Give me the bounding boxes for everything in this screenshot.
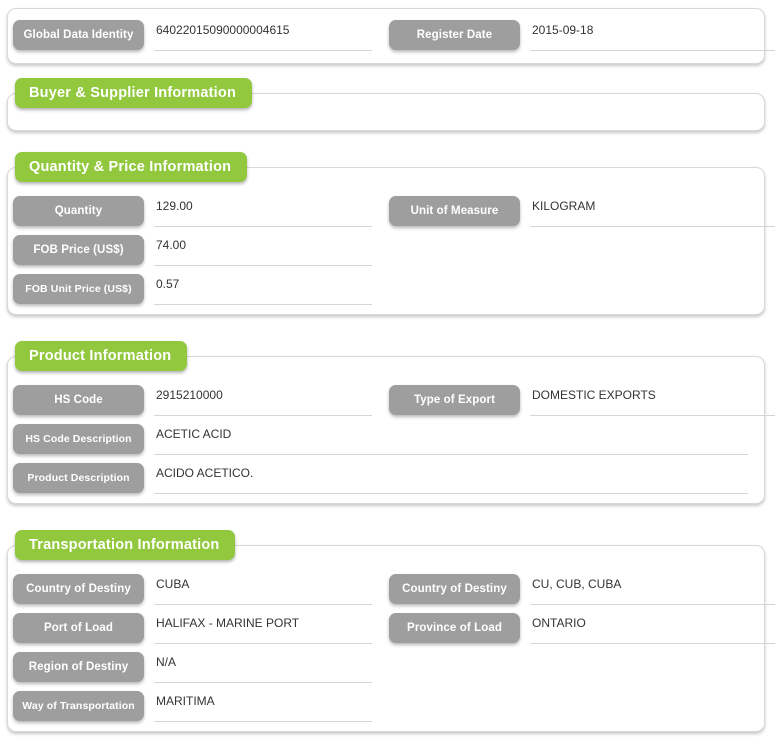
field-value-way-of-transportation[interactable]: MARITIMA [154, 691, 372, 722]
panel-quantity-price: Quantity & Price Information Quantity 12… [7, 152, 775, 315]
field-row: Product Description ACIDO ACETICO. [13, 463, 748, 503]
field-label-hs-code: HS Code [13, 385, 144, 415]
field-row: Country of Destiny CU, CUB, CUBA [389, 574, 775, 614]
field-row: Global Data Identity 6402201509000000461… [13, 20, 372, 60]
field-row: Way of Transportation MARITIMA [13, 691, 372, 731]
field-label-hs-code-description: HS Code Description [13, 424, 144, 454]
panel-product: Product Information HS Code 2915210000 T… [7, 341, 775, 504]
field-label-quantity: Quantity [13, 196, 144, 226]
field-value-country-of-destiny[interactable]: CUBA [154, 574, 372, 605]
panel-transportation: Transportation Information Country of De… [7, 530, 775, 732]
field-value-country-of-destiny-code[interactable]: CU, CUB, CUBA [530, 574, 775, 605]
field-value-unit-of-measure[interactable]: KILOGRAM [530, 196, 775, 227]
field-row: Country of Destiny CUBA [13, 574, 372, 614]
field-label-port-of-load: Port of Load [13, 613, 144, 643]
panel-identity: Global Data Identity 6402201509000000461… [7, 8, 775, 64]
field-label-region-of-destiny: Region of Destiny [13, 652, 144, 682]
field-value-quantity[interactable]: 129.00 [154, 196, 372, 227]
field-value-type-of-export[interactable]: DOMESTIC EXPORTS [530, 385, 775, 416]
field-label-fob-price: FOB Price (US$) [13, 235, 144, 265]
field-value-region-of-destiny[interactable]: N/A [154, 652, 372, 683]
field-row: Port of Load HALIFAX - MARINE PORT [13, 613, 372, 653]
section-header-transportation: Transportation Information [15, 530, 236, 560]
field-label-global-data-identity: Global Data Identity [13, 20, 144, 50]
field-row: FOB Unit Price (US$) 0.57 [13, 274, 372, 314]
field-value-hs-code[interactable]: 2915210000 [154, 385, 372, 416]
section-header-buyer-supplier: Buyer & Supplier Information [15, 78, 253, 108]
panel-buyer-supplier: Buyer & Supplier Information [7, 78, 765, 131]
field-label-type-of-export: Type of Export [389, 385, 520, 415]
field-label-country-of-destiny-code: Country of Destiny [389, 574, 520, 604]
field-value-hs-code-description[interactable]: ACETIC ACID [154, 424, 748, 455]
field-row: Type of Export DOMESTIC EXPORTS [389, 385, 775, 425]
field-row: Region of Destiny N/A [13, 652, 372, 692]
field-label-unit-of-measure: Unit of Measure [389, 196, 520, 226]
field-row: Quantity 129.00 [13, 196, 372, 236]
field-row: HS Code 2915210000 [13, 385, 372, 425]
section-header-product: Product Information [15, 341, 188, 371]
field-value-port-of-load[interactable]: HALIFAX - MARINE PORT [154, 613, 372, 644]
field-label-province-of-load: Province of Load [389, 613, 520, 643]
field-row: Unit of Measure KILOGRAM [389, 196, 775, 236]
field-value-fob-unit-price[interactable]: 0.57 [154, 274, 372, 305]
field-label-way-of-transportation: Way of Transportation [13, 691, 144, 721]
field-label-fob-unit-price: FOB Unit Price (US$) [13, 274, 144, 304]
field-value-global-data-identity[interactable]: 64022015090000004615 [154, 20, 372, 51]
field-label-product-description: Product Description [13, 463, 144, 493]
field-value-register-date[interactable]: 2015-09-18 [530, 20, 775, 51]
section-header-quantity-price: Quantity & Price Information [15, 152, 248, 182]
field-row: FOB Price (US$) 74.00 [13, 235, 372, 275]
field-row: Register Date 2015-09-18 [389, 20, 775, 60]
field-value-fob-price[interactable]: 74.00 [154, 235, 372, 266]
field-value-province-of-load[interactable]: ONTARIO [530, 613, 775, 644]
trade-record-page: Global Data Identity 6402201509000000461… [0, 0, 775, 742]
field-label-country-of-destiny: Country of Destiny [13, 574, 144, 604]
field-label-register-date: Register Date [389, 20, 520, 50]
field-row: HS Code Description ACETIC ACID [13, 424, 748, 464]
field-row: Province of Load ONTARIO [389, 613, 775, 653]
field-value-product-description[interactable]: ACIDO ACETICO. [154, 463, 748, 494]
